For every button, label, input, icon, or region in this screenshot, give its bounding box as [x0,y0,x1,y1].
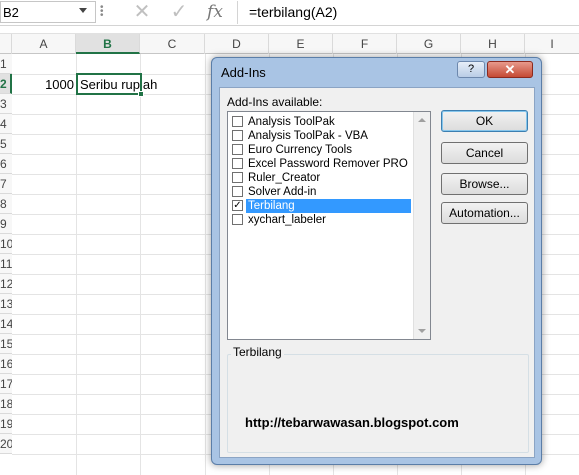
row-header[interactable]: 20 [0,434,12,454]
column-header-row: A B C D E F G H I [0,33,579,54]
list-item-selected[interactable]: ✓ Terbilang [230,199,414,213]
list-item[interactable]: Analysis ToolPak [230,115,414,129]
checkbox[interactable] [232,186,243,197]
list-item-label: Solver Add-in [248,186,317,198]
checkmark-icon: ✓ [170,1,188,23]
row-header[interactable]: 7 [0,174,12,194]
column-header-e[interactable]: E [269,34,333,54]
list-item[interactable]: Euro Currency Tools [230,143,414,157]
dialog-title: Add-Ins [221,65,266,80]
fx-icon: fx [207,2,223,22]
enter-formula-button[interactable]: ✓ [164,0,194,24]
list-item-label: Excel Password Remover PRO [248,158,408,170]
add-ins-dialog: Add-Ins ? ✕ Add-Ins available: Analysis … [211,57,542,465]
scroll-up-icon[interactable] [418,118,426,122]
listbox-scrollbar[interactable] [413,112,430,339]
row-header[interactable]: 6 [0,154,12,174]
close-icon: ✕ [504,62,516,77]
formula-input[interactable]: =terbilang(A2) [249,4,337,20]
fill-handle[interactable] [138,91,144,97]
list-item-label: Analysis ToolPak [248,116,335,128]
list-item[interactable]: Solver Add-in [230,185,414,199]
row-header[interactable]: 8 [0,194,12,214]
browse-button[interactable]: Browse... [441,173,528,195]
row-header[interactable]: 1 [0,54,12,74]
list-item[interactable]: Ruler_Creator [230,171,414,185]
column-header-g[interactable]: G [397,34,461,54]
row-header[interactable]: 4 [0,114,12,134]
description-groupbox [227,354,529,453]
column-header-b[interactable]: B [76,34,140,54]
select-all-corner[interactable] [0,34,12,54]
row-header[interactable]: 12 [0,274,12,294]
formula-bar-divider [237,1,238,24]
chevron-down-icon[interactable] [79,8,87,13]
row-header[interactable]: 18 [0,394,12,414]
close-button[interactable]: ✕ [487,61,533,78]
column-header-f[interactable]: F [333,34,397,54]
help-icon: ? [467,63,475,75]
add-ins-available-label: Add-Ins available: [227,95,323,109]
drag-handle-icon[interactable]: • • • [100,3,106,21]
gridline [76,54,77,475]
checkbox[interactable] [232,158,243,169]
row-header[interactable]: 13 [0,294,12,314]
scroll-down-icon[interactable] [418,329,426,333]
checkbox[interactable] [232,214,243,225]
column-header-c[interactable]: C [140,34,205,54]
row-header[interactable]: 17 [0,374,12,394]
add-in-description: http://tebarwawasan.blogspot.com [245,415,459,430]
list-item-label: Analysis ToolPak - VBA [248,130,368,142]
gridline [140,54,141,475]
list-item[interactable]: Analysis ToolPak - VBA [230,129,414,143]
checkbox[interactable] [232,144,243,155]
row-header[interactable]: 10 [0,234,12,254]
gridline [205,54,206,475]
row-header[interactable]: 16 [0,354,12,374]
row-header[interactable]: 3 [0,94,12,114]
cancel-button[interactable]: Cancel [441,142,528,164]
automation-button[interactable]: Automation... [441,202,528,224]
checkmark-icon: ✓ [233,200,242,211]
formula-bar: B2 • • • ✕ ✓ fx =terbilang(A2) [0,0,579,26]
list-item-label: xychart_labeler [248,214,326,226]
cell-a2[interactable]: 1000 [12,75,74,94]
row-header[interactable]: 5 [0,134,12,154]
help-button[interactable]: ? [457,61,485,78]
description-group-title: Terbilang [231,345,284,359]
cancel-icon: ✕ [133,1,151,23]
list-item-label: Ruler_Creator [248,172,321,184]
column-header-i[interactable]: I [525,34,579,54]
checkbox[interactable] [232,116,243,127]
row-header[interactable]: 2 [0,74,12,94]
active-cell-border [76,73,142,95]
list-item-label: Euro Currency Tools [248,144,352,156]
row-header[interactable]: 15 [0,334,12,354]
row-header[interactable]: 19 [0,414,12,434]
list-item[interactable]: xychart_labeler [230,213,414,227]
dialog-body: Add-Ins available: Analysis ToolPak Anal… [219,87,535,458]
column-header-h[interactable]: H [461,34,525,54]
insert-function-button[interactable]: fx [200,0,230,24]
list-item-label: Terbilang [246,199,411,213]
row-header[interactable]: 14 [0,314,12,334]
name-box-value: B2 [3,5,19,20]
checkbox-checked[interactable]: ✓ [232,200,243,211]
row-header[interactable]: 11 [0,254,12,274]
checkbox[interactable] [232,130,243,141]
column-header-a[interactable]: A [12,34,76,54]
cancel-formula-button[interactable]: ✕ [127,0,157,24]
checkbox[interactable] [232,172,243,183]
ok-button[interactable]: OK [441,110,528,132]
column-header-d[interactable]: D [205,34,269,54]
row-header[interactable]: 9 [0,214,12,234]
add-ins-listbox[interactable]: Analysis ToolPak Analysis ToolPak - VBA … [227,111,431,340]
list-item[interactable]: Excel Password Remover PRO [230,157,414,171]
